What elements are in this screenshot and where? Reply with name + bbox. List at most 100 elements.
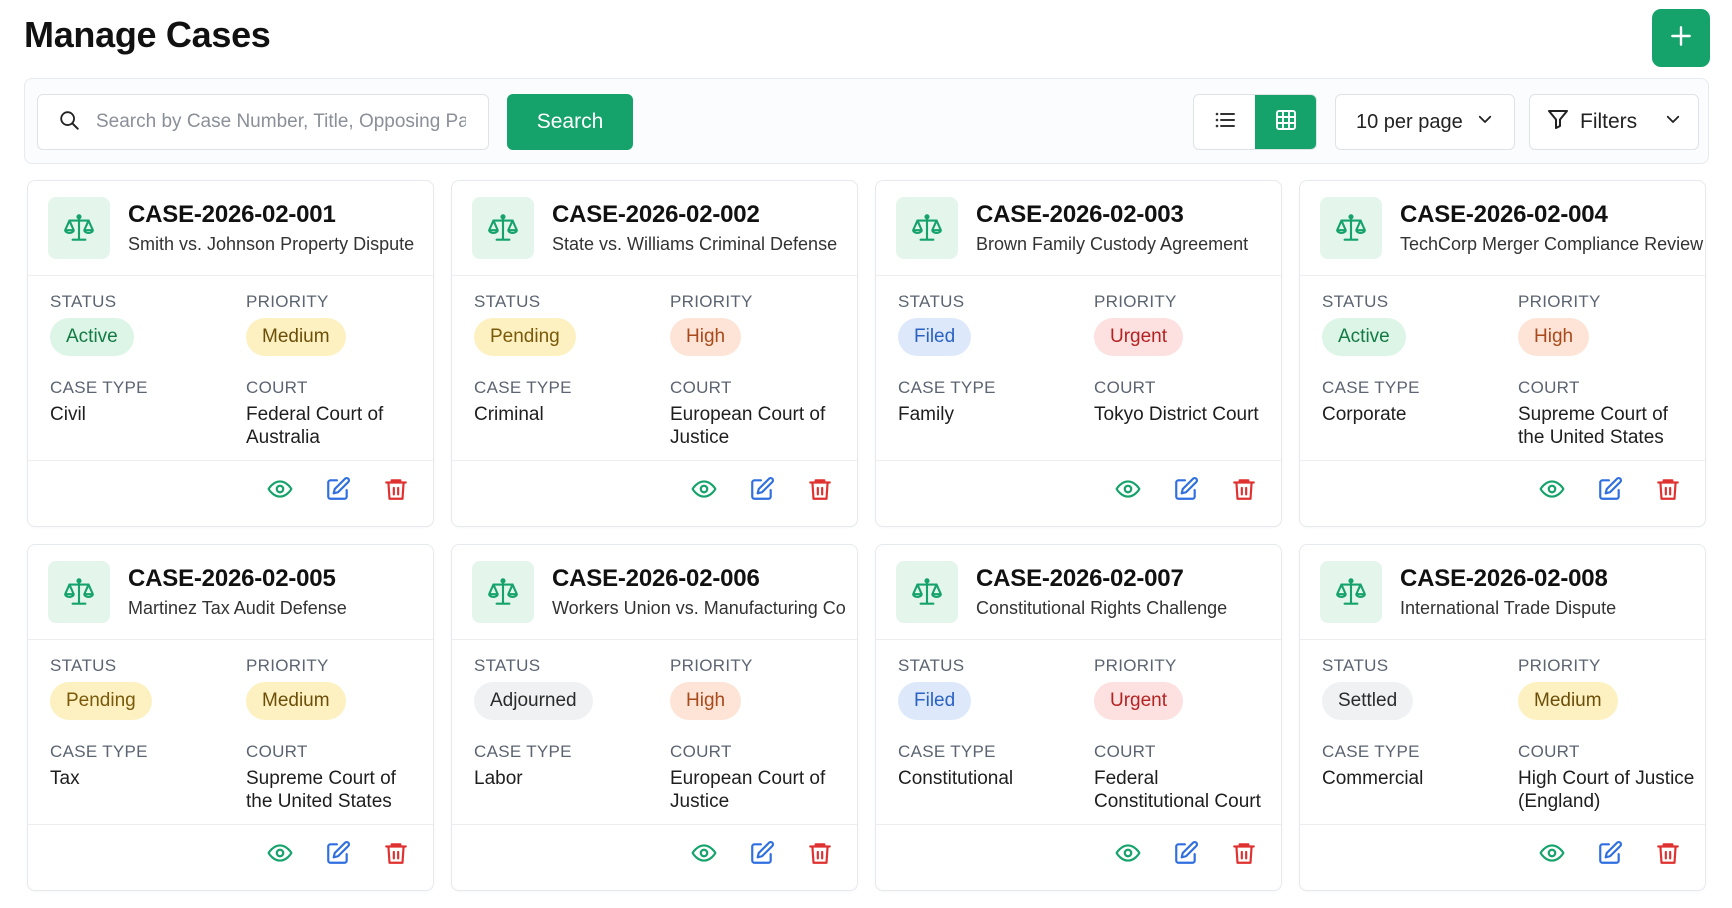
delete-case-button[interactable] [803,474,837,508]
grid-view-button[interactable] [1255,95,1316,149]
per-page-value: 10 per page [1356,110,1463,133]
card-header: CASE-2026-02-006 Workers Union vs. Manuf… [452,545,857,640]
delete-case-button[interactable] [1651,474,1685,508]
case-type-value: Labor [474,768,523,789]
status-badge: Pending [50,682,152,720]
court-value: European Court of Justice [670,404,826,448]
plus-icon [1668,23,1694,54]
court-value: Federal Court of Australia [246,404,384,448]
trash-icon [1655,476,1681,507]
card-actions [1111,838,1261,872]
delete-case-button[interactable] [1227,474,1261,508]
add-case-button[interactable] [1652,9,1710,67]
edit-case-button[interactable] [745,474,779,508]
card-details: STATUS Pending CASE TYPE Tax PRIORITY Me… [28,640,433,825]
priority-label: PRIORITY [1094,292,1177,311]
delete-case-button[interactable] [379,474,413,508]
case-number[interactable]: CASE-2026-02-001 [128,201,414,229]
court-value: Supreme Court of the United States [1518,404,1668,448]
view-case-button[interactable] [1111,474,1145,508]
list-view-button[interactable] [1194,95,1255,149]
case-type-value: Criminal [474,404,544,425]
view-case-button[interactable] [263,838,297,872]
status-label: STATUS [50,656,117,675]
edit-case-button[interactable] [1169,474,1203,508]
case-number[interactable]: CASE-2026-02-005 [128,565,347,593]
eye-icon [267,476,293,507]
status-badge: Active [1322,318,1406,356]
trash-icon [1231,840,1257,871]
delete-case-button[interactable] [1227,838,1261,872]
edit-icon [325,476,351,507]
delete-case-button[interactable] [379,838,413,872]
chevron-down-icon [1664,110,1682,134]
case-type-value: Family [898,404,954,425]
case-number[interactable]: CASE-2026-02-004 [1400,201,1703,229]
chevron-down-icon [1476,110,1494,134]
case-number[interactable]: CASE-2026-02-002 [552,201,837,229]
card-header: CASE-2026-02-002 State vs. Williams Crim… [452,181,857,276]
edit-icon [1597,840,1623,871]
court-value: Supreme Court of the United States [246,768,396,812]
case-title: Workers Union vs. Manufacturing Co [552,598,846,618]
scales-icon [472,197,534,259]
court-label: COURT [670,378,732,397]
card-header: CASE-2026-02-008 International Trade Dis… [1300,545,1705,640]
view-case-button[interactable] [687,474,721,508]
view-case-button[interactable] [687,838,721,872]
court-label: COURT [246,742,308,761]
edit-case-button[interactable] [1169,838,1203,872]
status-badge: Settled [1322,682,1414,720]
case-number[interactable]: CASE-2026-02-003 [976,201,1248,229]
case-title: Constitutional Rights Challenge [976,598,1228,618]
edit-case-button[interactable] [1593,838,1627,872]
scales-icon [896,561,958,623]
case-type-value: Commercial [1322,768,1424,789]
case-number[interactable]: CASE-2026-02-008 [1400,565,1616,593]
delete-case-button[interactable] [803,838,837,872]
view-case-button[interactable] [1111,838,1145,872]
court-label: COURT [1518,742,1580,761]
status-badge: Active [50,318,134,356]
priority-label: PRIORITY [246,656,329,675]
status-badge: Filed [898,682,972,720]
list-icon [1213,108,1237,137]
edit-case-button[interactable] [321,474,355,508]
priority-label: PRIORITY [1518,292,1601,311]
per-page-select[interactable]: 10 per page [1335,94,1515,150]
filters-button[interactable]: Filters [1529,94,1699,150]
edit-case-button[interactable] [745,838,779,872]
case-number[interactable]: CASE-2026-02-007 [976,565,1227,593]
card-actions [687,474,837,508]
court-value: Tokyo District Court [1094,404,1259,425]
case-card: CASE-2026-02-007 Constitutional Rights C… [875,544,1282,891]
status-label: STATUS [474,292,541,311]
view-case-button[interactable] [263,474,297,508]
card-actions [263,838,413,872]
case-type-value: Tax [50,768,80,789]
search-input[interactable] [96,111,466,133]
card-actions [687,838,837,872]
card-actions [263,474,413,508]
case-number[interactable]: CASE-2026-02-006 [552,565,846,593]
view-case-button[interactable] [1535,838,1569,872]
court-label: COURT [1094,742,1156,761]
card-details: STATUS Adjourned CASE TYPE Labor PRIORIT… [452,640,857,825]
search-button[interactable]: Search [507,94,633,150]
priority-label: PRIORITY [246,292,329,311]
case-grid: CASE-2026-02-001 Smith vs. Johnson Prope… [27,180,1706,891]
view-case-button[interactable] [1535,474,1569,508]
edit-case-button[interactable] [1593,474,1627,508]
delete-case-button[interactable] [1651,838,1685,872]
status-badge: Adjourned [474,682,593,720]
case-card: CASE-2026-02-003 Brown Family Custody Ag… [875,180,1282,527]
case-type-value: Constitutional [898,768,1014,789]
case-title: Brown Family Custody Agreement [976,234,1249,254]
trash-icon [1231,476,1257,507]
edit-case-button[interactable] [321,838,355,872]
priority-badge: High [1518,318,1590,356]
case-title: TechCorp Merger Compliance Review [1400,234,1704,254]
case-type-label: CASE TYPE [50,378,148,397]
scales-icon [896,197,958,259]
case-title: State vs. Williams Criminal Defense [552,234,838,254]
